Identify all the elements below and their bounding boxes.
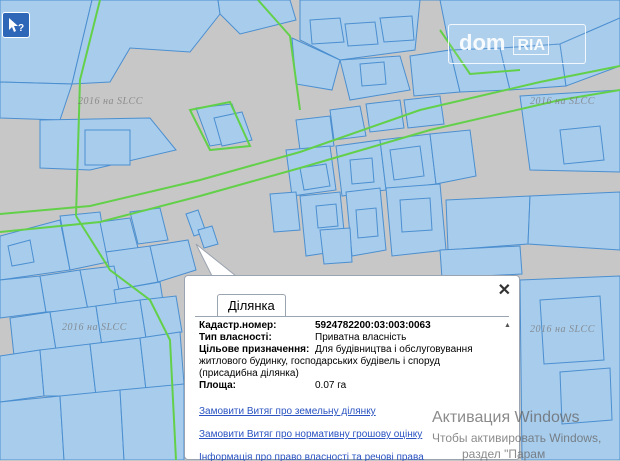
source-label: 2016 на SLCC <box>78 96 143 107</box>
parcel[interactable] <box>355 207 379 239</box>
cadastre-value: 5924782200:03:003:0063 <box>315 320 431 331</box>
area-label: Площа: <box>199 380 236 391</box>
parcel[interactable] <box>439 245 523 279</box>
watermark-dom: dom <box>459 30 506 55</box>
parcel[interactable] <box>139 295 183 339</box>
parcel[interactable] <box>295 115 335 151</box>
source-label: 2016 на SLCC <box>530 324 595 335</box>
tab-parcel[interactable]: Ділянка <box>217 294 286 317</box>
area-row: Площа: 0.07 га <box>199 380 509 392</box>
parcel[interactable] <box>89 337 147 397</box>
parcel[interactable] <box>429 129 477 185</box>
ownership-value: Приватна власність <box>315 332 407 343</box>
source-label: 2016 на SLCC <box>62 322 127 333</box>
area-value: 0.07 га <box>315 380 347 391</box>
parcel[interactable] <box>0 349 45 403</box>
svg-text:?: ? <box>18 23 24 34</box>
parcel[interactable] <box>84 129 131 166</box>
parcel[interactable] <box>349 157 375 185</box>
parcel[interactable] <box>139 331 185 391</box>
cadastre-row: Кадастр.номер: 5924782200:03:003:0063 <box>199 320 509 332</box>
parcel[interactable] <box>309 17 345 45</box>
parcel[interactable] <box>344 21 379 47</box>
parcel[interactable] <box>0 81 73 121</box>
parcel[interactable] <box>299 163 331 191</box>
purpose-value-line3: (присадибна ділянка) <box>199 368 299 379</box>
parcel[interactable] <box>527 191 620 251</box>
windows-activation-title: Активация Windows <box>432 409 580 426</box>
ownership-label: Тип власності: <box>199 332 272 343</box>
ownership-row: Тип власності: Приватна власність <box>199 332 509 344</box>
parcel[interactable] <box>0 275 47 319</box>
purpose-value-line2: житлового будинку, господарських будівел… <box>199 356 440 367</box>
pointer-question-icon: ? <box>9 18 24 34</box>
parcel[interactable] <box>319 227 353 265</box>
parcel[interactable] <box>359 61 387 87</box>
parcel[interactable] <box>0 395 65 460</box>
parcel[interactable] <box>445 195 531 251</box>
parcel[interactable] <box>389 145 425 181</box>
help-tool-button[interactable]: ? <box>2 12 30 38</box>
parcel[interactable] <box>39 343 97 397</box>
tab-divider <box>195 316 509 317</box>
purpose-row: Цільове призначення: Для будівництва і о… <box>199 344 509 356</box>
parcel[interactable] <box>403 95 445 129</box>
close-icon[interactable]: ✕ <box>498 280 511 300</box>
purpose-value-line1: Для будівництва і обслуговування <box>315 344 473 355</box>
parcel[interactable] <box>315 203 339 229</box>
windows-activation-line3: раздел "Парам <box>462 447 546 461</box>
parcel[interactable] <box>379 15 415 43</box>
dom-ria-watermark: dom RIA <box>448 24 586 64</box>
windows-activation-line2: Чтобы активировать Windows, <box>432 431 602 445</box>
parcel[interactable] <box>269 191 301 233</box>
parcel[interactable] <box>59 389 125 460</box>
parcel[interactable] <box>399 197 433 233</box>
parcel[interactable] <box>559 125 605 165</box>
source-label: 2016 на SLCC <box>530 96 595 107</box>
watermark-ria: RIA <box>513 36 550 55</box>
purpose-label: Цільове призначення: <box>199 344 310 355</box>
cadastre-label: Кадастр.номер: <box>199 320 277 331</box>
